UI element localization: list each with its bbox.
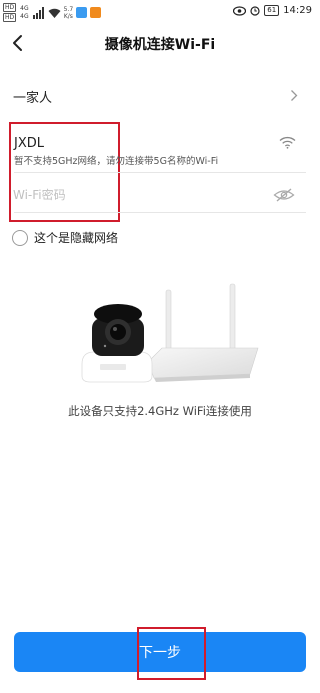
network-speed: 5.7 K/s [64, 6, 74, 20]
eye-off-icon[interactable] [273, 188, 295, 202]
hidden-network-radio[interactable] [12, 229, 28, 246]
speed-unit: K/s [63, 12, 73, 20]
notification-play-icon [90, 7, 102, 18]
sim-indicators: HD HD [3, 3, 17, 22]
signal-icon [32, 6, 44, 19]
nav-bar: 摄像机连接Wi-Fi [0, 26, 320, 60]
network-type: 4G 4G [19, 5, 29, 20]
sim1-badge: HD [3, 3, 17, 12]
status-bar-right: 61 14:29 [233, 5, 312, 16]
compatibility-caption: 此设备只支持2.4GHz WiFi连接使用 [68, 404, 252, 418]
hidden-network-option[interactable]: 这个是隐藏网络 [12, 229, 118, 246]
alarm-icon [250, 6, 260, 16]
next-step-button[interactable]: 下一步 [14, 632, 306, 672]
family-selector-row[interactable]: 一家人 [0, 80, 320, 110]
speed-value: 5.7 [63, 5, 74, 13]
network1-label: 4G [20, 5, 29, 12]
sim2-badge: HD [3, 13, 17, 22]
wifi-ssid[interactable]: JXDL [14, 136, 44, 151]
clock: 14:29 [283, 5, 312, 16]
chevron-right-icon [291, 90, 298, 101]
hidden-network-label: 这个是隐藏网络 [34, 231, 119, 245]
status-bar: HD HD 4G 4G 5.7 K/s 61 14:29 [0, 0, 320, 26]
status-bar-left: HD HD 4G 4G 5.7 K/s [3, 3, 102, 22]
camera-router-illustration [81, 283, 259, 383]
5ghz-warning-text: 暂不支持5GHz网络，请勿连接带5G名称的Wi-Fi [14, 156, 219, 167]
divider [14, 172, 306, 173]
notification-app-icon [76, 7, 88, 18]
divider [14, 212, 306, 213]
back-arrow-icon[interactable] [8, 32, 30, 54]
page-title: 摄像机连接Wi-Fi [104, 37, 216, 53]
wifi-password-input[interactable] [13, 184, 268, 206]
wifi-switch-icon[interactable] [279, 136, 296, 149]
network2-label: 4G [20, 13, 29, 20]
battery-icon: 61 [264, 5, 280, 16]
eye-comfort-icon [233, 5, 247, 16]
wifi-status-icon [48, 8, 61, 18]
family-label: 一家人 [13, 91, 53, 106]
